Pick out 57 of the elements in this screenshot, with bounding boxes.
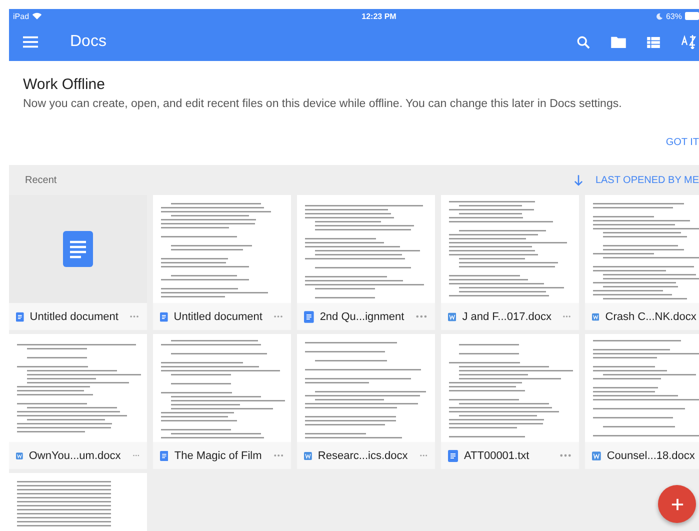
folder-icon[interactable] — [611, 36, 626, 48]
docs-file-icon — [160, 450, 168, 462]
menu-icon[interactable] — [23, 36, 38, 48]
banner-message: Now you can create, open, and edit recent files on this device while offline. You can change this later in Docs settings. — [23, 98, 623, 110]
word-file-icon — [16, 450, 23, 462]
document-preview[interactable] — [585, 195, 699, 303]
document-preview[interactable] — [441, 334, 579, 442]
docs-file-icon — [304, 310, 314, 322]
file-name[interactable]: Researc...ics.docx — [318, 450, 408, 462]
word-file-icon — [448, 310, 456, 322]
document-preview[interactable] — [585, 334, 699, 442]
file-name[interactable]: ATT00001.txt — [464, 450, 530, 462]
wifi-icon — [32, 12, 42, 20]
list-view-icon[interactable] — [647, 36, 660, 48]
file-name[interactable]: The Magic of Film — [174, 450, 262, 462]
battery-icon — [685, 12, 699, 20]
file-name[interactable]: Counsel...18.docx — [606, 450, 695, 462]
app-title: Docs — [70, 33, 106, 51]
file-name[interactable]: Untitled document — [174, 310, 262, 322]
clock-time: 12:23 PM — [360, 12, 396, 20]
sort-az-icon[interactable] — [681, 35, 697, 49]
more-options-icon[interactable] — [420, 454, 427, 457]
plus-icon — [670, 498, 684, 510]
sort-arrow-icon[interactable] — [574, 174, 584, 186]
file-name[interactable]: Crash C...NK.docx — [605, 310, 696, 322]
docs-file-icon — [448, 450, 458, 462]
docs-file-icon — [16, 310, 24, 322]
file-name[interactable]: OwnYou...um.docx — [28, 450, 121, 462]
file-name[interactable]: 2nd Qu...ignment — [320, 310, 404, 322]
more-options-icon[interactable] — [274, 454, 283, 457]
more-options-icon[interactable] — [130, 315, 139, 318]
document-preview[interactable] — [297, 195, 435, 303]
document-preview[interactable] — [297, 334, 435, 442]
file-name[interactable]: Untitled document — [30, 310, 118, 322]
banner-title: Work Offline — [23, 76, 106, 93]
document-preview[interactable] — [9, 334, 147, 442]
document-preview[interactable] — [153, 334, 291, 442]
document-preview[interactable] — [153, 195, 291, 303]
document-icon — [63, 231, 93, 267]
battery-percent: 63% — [666, 12, 682, 20]
more-options-icon[interactable] — [132, 454, 139, 457]
word-file-icon — [592, 310, 600, 322]
more-options-icon[interactable] — [416, 315, 427, 318]
more-options-icon[interactable] — [560, 454, 571, 457]
got-it-button[interactable]: GOT IT — [666, 137, 699, 148]
document-preview[interactable] — [441, 195, 579, 303]
word-file-icon — [592, 450, 601, 462]
carrier-label: iPad — [13, 12, 30, 20]
more-options-icon[interactable] — [274, 315, 283, 318]
more-options-icon[interactable] — [563, 315, 571, 318]
search-icon[interactable] — [577, 36, 590, 48]
section-label: Recent — [25, 174, 57, 186]
file-name[interactable]: J and F...017.docx — [462, 310, 552, 322]
document-thumbnail[interactable] — [9, 195, 147, 303]
word-file-icon — [304, 450, 312, 462]
docs-file-icon — [160, 310, 168, 322]
moon-icon — [656, 12, 663, 20]
